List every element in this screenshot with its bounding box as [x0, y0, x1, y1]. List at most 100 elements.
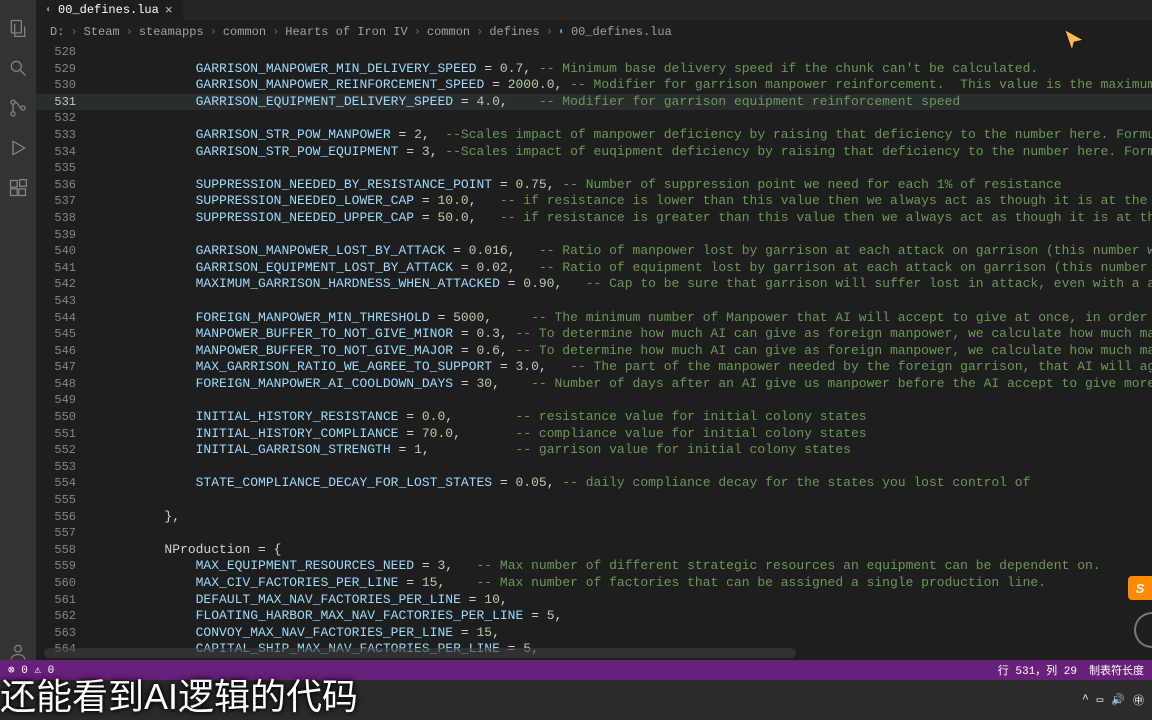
tray-ime-icon[interactable]: ㊥: [1133, 692, 1144, 708]
code-line[interactable]: 535: [36, 160, 1152, 177]
code-line[interactable]: 536 SUPPRESSION_NEEDED_BY_RESISTANCE_POI…: [36, 177, 1152, 194]
code-content[interactable]: MAXIMUM_GARRISON_HARDNESS_WHEN_ATTACKED …: [94, 276, 1152, 293]
code-content[interactable]: [94, 459, 1152, 476]
code-line[interactable]: 537 SUPPRESSION_NEEDED_LOWER_CAP = 10.0,…: [36, 193, 1152, 210]
tray-chevron-icon[interactable]: ^: [1082, 694, 1089, 706]
code-content[interactable]: [94, 492, 1152, 509]
code-line[interactable]: 528: [36, 44, 1152, 61]
code-editor[interactable]: 528 529 GARRISON_MANPOWER_MIN_DELIVERY_S…: [36, 44, 1152, 660]
code-line[interactable]: 560 MAX_CIV_FACTORIES_PER_LINE = 15, -- …: [36, 575, 1152, 592]
breadcrumb-segment[interactable]: Hearts of Iron IV: [285, 25, 407, 39]
code-content[interactable]: GARRISON_MANPOWER_MIN_DELIVERY_SPEED = 0…: [94, 61, 1152, 78]
run-debug-icon[interactable]: [4, 134, 32, 162]
code-content[interactable]: MAX_CIV_FACTORIES_PER_LINE = 15, -- Max …: [94, 575, 1152, 592]
code-content[interactable]: GARRISON_STR_POW_EQUIPMENT = 3, --Scales…: [94, 144, 1152, 161]
code-content[interactable]: NProduction = {: [94, 542, 1152, 559]
code-line[interactable]: 538 SUPPRESSION_NEEDED_UPPER_CAP = 50.0,…: [36, 210, 1152, 227]
code-content[interactable]: [94, 525, 1152, 542]
code-line[interactable]: 539: [36, 227, 1152, 244]
breadcrumb-file[interactable]: 00_defines.lua: [571, 25, 672, 39]
code-content[interactable]: [94, 110, 1152, 127]
code-content[interactable]: MAX_EQUIPMENT_RESOURCES_NEED = 3, -- Max…: [94, 558, 1152, 575]
code-line[interactable]: 562 FLOATING_HARBOR_MAX_NAV_FACTORIES_PE…: [36, 608, 1152, 625]
code-line[interactable]: 552 INITIAL_GARRISON_STRENGTH = 1, -- ga…: [36, 442, 1152, 459]
code-content[interactable]: FOREIGN_MANPOWER_MIN_THRESHOLD = 5000, -…: [94, 310, 1152, 327]
code-line[interactable]: 545 MANPOWER_BUFFER_TO_NOT_GIVE_MINOR = …: [36, 326, 1152, 343]
tab-active[interactable]: ◐ 00_defines.lua ×: [36, 0, 183, 20]
source-control-icon[interactable]: [4, 94, 32, 122]
code-content[interactable]: },: [94, 509, 1152, 526]
code-content[interactable]: [94, 392, 1152, 409]
code-line[interactable]: 558 NProduction = {: [36, 542, 1152, 559]
code-line[interactable]: 534 GARRISON_STR_POW_EQUIPMENT = 3, --Sc…: [36, 144, 1152, 161]
code-line[interactable]: 540 GARRISON_MANPOWER_LOST_BY_ATTACK = 0…: [36, 243, 1152, 260]
breadcrumb-segment[interactable]: steamapps: [139, 25, 204, 39]
code-content[interactable]: MANPOWER_BUFFER_TO_NOT_GIVE_MINOR = 0.3,…: [94, 326, 1152, 343]
status-tabsize[interactable]: 制表符长度: [1089, 662, 1144, 678]
horizontal-scrollbar[interactable]: [44, 648, 796, 658]
breadcrumbs[interactable]: D:›Steam›steamapps›common›Hearts of Iron…: [36, 20, 1152, 44]
code-content[interactable]: FLOATING_HARBOR_MAX_NAV_FACTORIES_PER_LI…: [94, 608, 1152, 625]
code-content[interactable]: GARRISON_EQUIPMENT_LOST_BY_ATTACK = 0.02…: [94, 260, 1152, 277]
code-line[interactable]: 530 GARRISON_MANPOWER_REINFORCEMENT_SPEE…: [36, 77, 1152, 94]
code-line[interactable]: 547 MAX_GARRISON_RATIO_WE_AGREE_TO_SUPPO…: [36, 359, 1152, 376]
sogou-ime-badge[interactable]: S: [1128, 576, 1152, 600]
code-line[interactable]: 544 FOREIGN_MANPOWER_MIN_THRESHOLD = 500…: [36, 310, 1152, 327]
code-content[interactable]: [94, 227, 1152, 244]
breadcrumb-segment[interactable]: D:: [50, 25, 64, 39]
code-content[interactable]: GARRISON_MANPOWER_REINFORCEMENT_SPEED = …: [94, 77, 1152, 94]
system-tray[interactable]: ^ ▭ 🔊 ㊥: [1082, 692, 1144, 708]
code-line[interactable]: 561 DEFAULT_MAX_NAV_FACTORIES_PER_LINE =…: [36, 592, 1152, 609]
code-line[interactable]: 531 GARRISON_EQUIPMENT_DELIVERY_SPEED = …: [36, 94, 1152, 111]
code-line[interactable]: 546 MANPOWER_BUFFER_TO_NOT_GIVE_MAJOR = …: [36, 343, 1152, 360]
code-line[interactable]: 557: [36, 525, 1152, 542]
code-content[interactable]: [94, 44, 1152, 61]
explorer-icon[interactable]: [4, 14, 32, 42]
tray-speaker-icon[interactable]: 🔊: [1111, 693, 1125, 707]
search-icon[interactable]: [4, 54, 32, 82]
code-line[interactable]: 563 CONVOY_MAX_NAV_FACTORIES_PER_LINE = …: [36, 625, 1152, 642]
code-line[interactable]: 559 MAX_EQUIPMENT_RESOURCES_NEED = 3, --…: [36, 558, 1152, 575]
code-content[interactable]: SUPPRESSION_NEEDED_LOWER_CAP = 10.0, -- …: [94, 193, 1152, 210]
code-content[interactable]: SUPPRESSION_NEEDED_BY_RESISTANCE_POINT =…: [94, 177, 1152, 194]
code-content[interactable]: MAX_GARRISON_RATIO_WE_AGREE_TO_SUPPORT =…: [94, 359, 1152, 376]
code-content[interactable]: MANPOWER_BUFFER_TO_NOT_GIVE_MAJOR = 0.6,…: [94, 343, 1152, 360]
code-content[interactable]: INITIAL_HISTORY_RESISTANCE = 0.0, -- res…: [94, 409, 1152, 426]
code-line[interactable]: 548 FOREIGN_MANPOWER_AI_COOLDOWN_DAYS = …: [36, 376, 1152, 393]
code-line[interactable]: 542 MAXIMUM_GARRISON_HARDNESS_WHEN_ATTAC…: [36, 276, 1152, 293]
code-line[interactable]: 541 GARRISON_EQUIPMENT_LOST_BY_ATTACK = …: [36, 260, 1152, 277]
breadcrumb-segment[interactable]: Steam: [84, 25, 120, 39]
breadcrumb-segment[interactable]: defines: [489, 25, 539, 39]
code-line[interactable]: 533 GARRISON_STR_POW_MANPOWER = 2, --Sca…: [36, 127, 1152, 144]
code-content[interactable]: SUPPRESSION_NEEDED_UPPER_CAP = 50.0, -- …: [94, 210, 1152, 227]
code-line[interactable]: 532: [36, 110, 1152, 127]
code-content[interactable]: [94, 160, 1152, 177]
code-content[interactable]: CONVOY_MAX_NAV_FACTORIES_PER_LINE = 15,: [94, 625, 1152, 642]
breadcrumb-segment[interactable]: common: [223, 25, 266, 39]
code-content[interactable]: GARRISON_STR_POW_MANPOWER = 2, --Scales …: [94, 127, 1152, 144]
breadcrumb-segment[interactable]: common: [427, 25, 470, 39]
code-line[interactable]: 543: [36, 293, 1152, 310]
line-number: 539: [36, 227, 94, 244]
close-icon[interactable]: ×: [165, 3, 173, 18]
code-line[interactable]: 555: [36, 492, 1152, 509]
code-content[interactable]: INITIAL_GARRISON_STRENGTH = 1, -- garris…: [94, 442, 1152, 459]
status-problems[interactable]: ⊗ 0 ⚠ 0: [8, 663, 54, 677]
code-line[interactable]: 556 },: [36, 509, 1152, 526]
code-content[interactable]: INITIAL_HISTORY_COMPLIANCE = 70.0, -- co…: [94, 426, 1152, 443]
code-line[interactable]: 549: [36, 392, 1152, 409]
code-line[interactable]: 550 INITIAL_HISTORY_RESISTANCE = 0.0, --…: [36, 409, 1152, 426]
code-content[interactable]: GARRISON_MANPOWER_LOST_BY_ATTACK = 0.016…: [94, 243, 1152, 260]
code-content[interactable]: STATE_COMPLIANCE_DECAY_FOR_LOST_STATES =…: [94, 475, 1152, 492]
code-line[interactable]: 529 GARRISON_MANPOWER_MIN_DELIVERY_SPEED…: [36, 61, 1152, 78]
code-line[interactable]: 551 INITIAL_HISTORY_COMPLIANCE = 70.0, -…: [36, 426, 1152, 443]
status-ln-col[interactable]: 行 531，列 29: [998, 662, 1077, 678]
code-content[interactable]: GARRISON_EQUIPMENT_DELIVERY_SPEED = 4.0,…: [94, 94, 1152, 111]
extensions-icon[interactable]: [4, 174, 32, 202]
code-content[interactable]: FOREIGN_MANPOWER_AI_COOLDOWN_DAYS = 30, …: [94, 376, 1152, 393]
code-content[interactable]: DEFAULT_MAX_NAV_FACTORIES_PER_LINE = 10,: [94, 592, 1152, 609]
code-line[interactable]: 554 STATE_COMPLIANCE_DECAY_FOR_LOST_STAT…: [36, 475, 1152, 492]
tray-network-icon[interactable]: ▭: [1097, 693, 1104, 707]
code-content[interactable]: [94, 293, 1152, 310]
code-line[interactable]: 553: [36, 459, 1152, 476]
